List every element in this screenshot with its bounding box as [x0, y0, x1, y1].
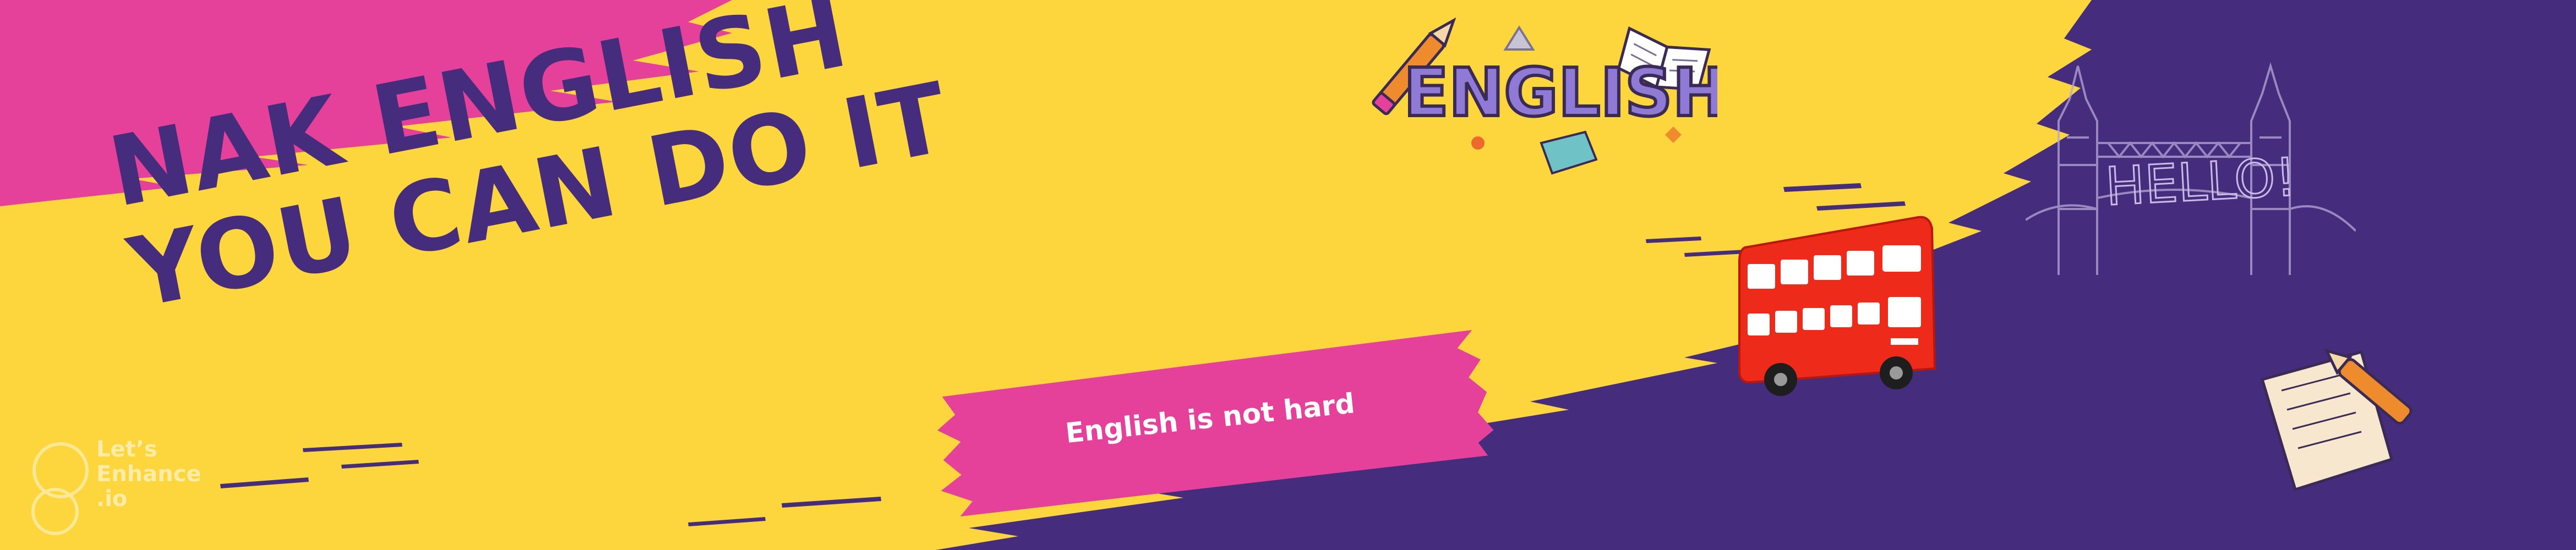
- paper-icon: [1540, 130, 1598, 175]
- paper-and-pen: [2251, 330, 2427, 506]
- tower-bridge-sketch: HELLO!: [2024, 55, 2357, 286]
- watermark-line-1: Let’s: [96, 437, 157, 462]
- tower-bridge-icon: HELLO!: [2024, 62, 2357, 275]
- dot-icon: [1471, 136, 1485, 150]
- watermark-line-3: .io: [96, 486, 128, 512]
- triangle-icon: [1503, 25, 1535, 51]
- watermark-line-2: Enhance: [96, 461, 201, 487]
- london-bus: [1734, 209, 1943, 402]
- paper-and-pen-icon: [2260, 348, 2413, 492]
- bus-icon: [1738, 216, 1936, 396]
- watermark-text: Let’s Enhance .io: [96, 437, 201, 511]
- sticker-word: ENGLISH: [1404, 55, 1717, 131]
- english-sticker-art: ENGLISH: [1372, 17, 1729, 175]
- hello-text: HELLO!: [2104, 147, 2297, 218]
- watermark-logo-icon: [31, 442, 89, 535]
- english-banner: NAK ENGLISH YOU CAN DO IT English is not…: [0, 0, 2576, 550]
- english-sticker: ENGLISH: [1365, 16, 1729, 176]
